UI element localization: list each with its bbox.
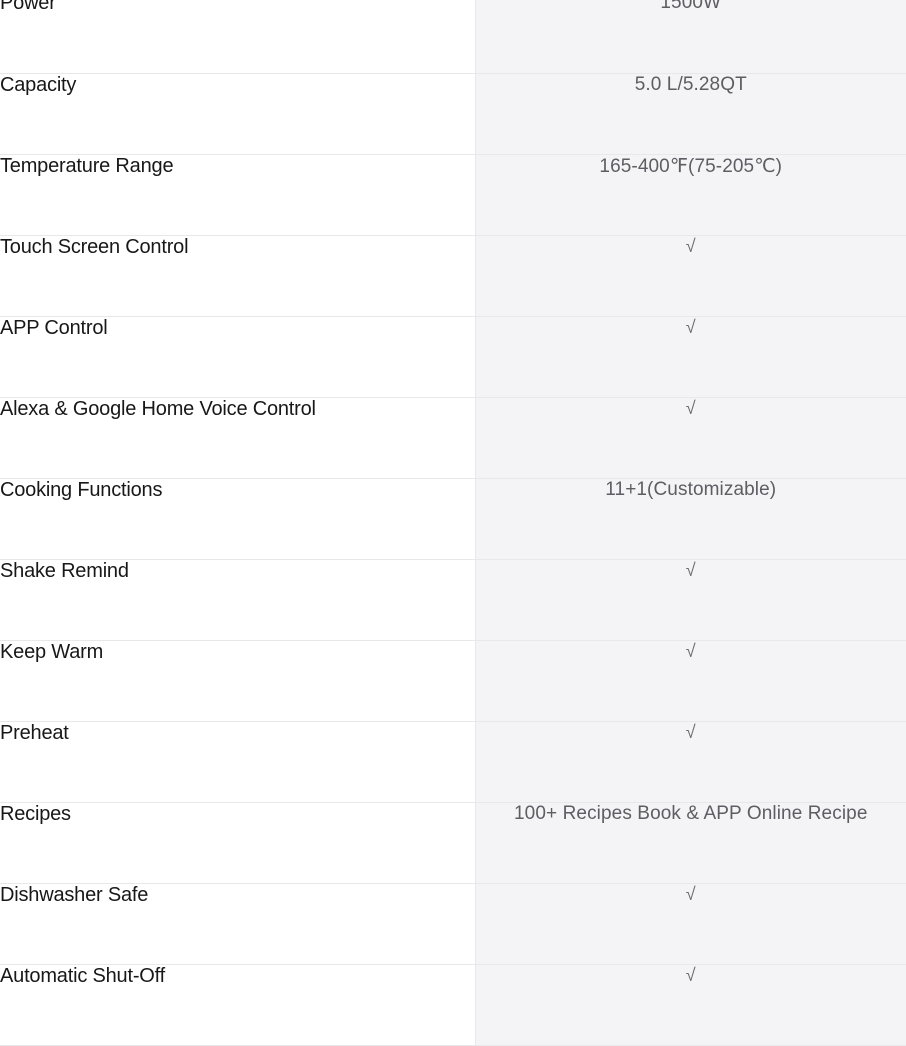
table-row: Temperature Range 165-400℉(75-205℃) [0, 154, 906, 236]
table-row: Capacity 5.0 L/5.28QT [0, 73, 906, 155]
table-row: Dishwasher Safe √ [0, 883, 906, 965]
table-row: Keep Warm √ [0, 640, 906, 722]
spec-value-check-icon: √ [475, 397, 906, 479]
spec-value-check-icon: √ [475, 559, 906, 641]
spec-label-cell: Alexa & Google Home Voice Control [0, 397, 476, 479]
spec-label-cell: Recipes [0, 802, 476, 884]
table-row: Touch Screen Control √ [0, 235, 906, 317]
spec-value-check-icon: √ [475, 235, 906, 317]
spec-value-check-icon: √ [475, 721, 906, 803]
table-row: Automatic Shut-Off √ [0, 964, 906, 1046]
spec-label-cell: Keep Warm [0, 640, 476, 722]
table-row: Recipes 100+ Recipes Book & APP Online Re… [0, 802, 906, 884]
spec-label-cell: Cooking Functions [0, 478, 476, 560]
specification-table-body: Power 1500W Capacity 5.0 L/5.28QT Temperatur… [0, 0, 906, 1046]
spec-label-cell: Automatic Shut-Off [0, 964, 476, 1046]
table-row: Preheat √ [0, 721, 906, 803]
spec-value-cell: 11+1(Customizable) [475, 478, 906, 560]
spec-label-cell: Touch Screen Control [0, 235, 476, 317]
spec-label-cell: Temperature Range [0, 154, 476, 236]
table-row: Power 1500W [0, 0, 906, 74]
table-row: Shake Remind √ [0, 559, 906, 641]
table-row: Alexa & Google Home Voice Control √ [0, 397, 906, 479]
spec-label-cell: Shake Remind [0, 559, 476, 641]
spec-label-cell: Power [0, 0, 476, 74]
table-row: Cooking Functions 11+1(Customizable) [0, 478, 906, 560]
spec-label-cell: Preheat [0, 721, 476, 803]
spec-value-check-icon: √ [475, 640, 906, 722]
specification-table: Power 1500W Capacity 5.0 L/5.28QT Temperatur… [0, 0, 906, 1046]
table-row: APP Control √ [0, 316, 906, 398]
spec-value-cell: 165-400℉(75-205℃) [475, 154, 906, 236]
spec-value-check-icon: √ [475, 883, 906, 965]
spec-value-cell: 100+ Recipes Book & APP Online Recipe [475, 802, 906, 884]
spec-label-cell: Capacity [0, 73, 476, 155]
spec-value-check-icon: √ [475, 316, 906, 398]
spec-label-cell: Dishwasher Safe [0, 883, 476, 965]
spec-label-cell: APP Control [0, 316, 476, 398]
spec-value-cell: 1500W [475, 0, 906, 74]
spec-value-check-icon: √ [475, 964, 906, 1046]
spec-value-cell: 5.0 L/5.28QT [475, 73, 906, 155]
